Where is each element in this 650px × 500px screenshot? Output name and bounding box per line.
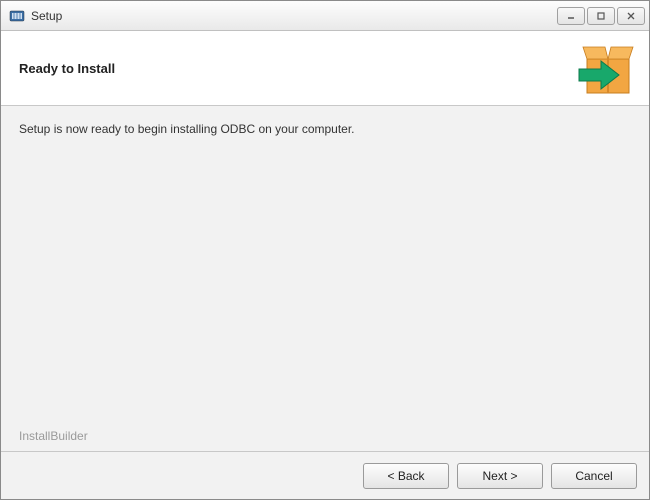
setup-window: Setup Ready to Install <box>0 0 650 500</box>
titlebar: Setup <box>1 1 649 31</box>
button-bar: < Back Next > Cancel <box>1 451 649 499</box>
window-controls <box>557 7 645 25</box>
package-icon <box>577 39 639 97</box>
close-button[interactable] <box>617 7 645 25</box>
back-button[interactable]: < Back <box>363 463 449 489</box>
ready-message: Setup is now ready to begin installing O… <box>19 122 631 136</box>
minimize-button[interactable] <box>557 7 585 25</box>
wizard-header: Ready to Install <box>1 31 649 106</box>
page-title: Ready to Install <box>19 61 115 76</box>
next-button[interactable]: Next > <box>457 463 543 489</box>
window-title: Setup <box>31 9 557 23</box>
branding-label: InstallBuilder <box>19 429 631 443</box>
maximize-button[interactable] <box>587 7 615 25</box>
cancel-button[interactable]: Cancel <box>551 463 637 489</box>
content-area: Setup is now ready to begin installing O… <box>1 106 649 451</box>
app-icon <box>9 8 25 24</box>
